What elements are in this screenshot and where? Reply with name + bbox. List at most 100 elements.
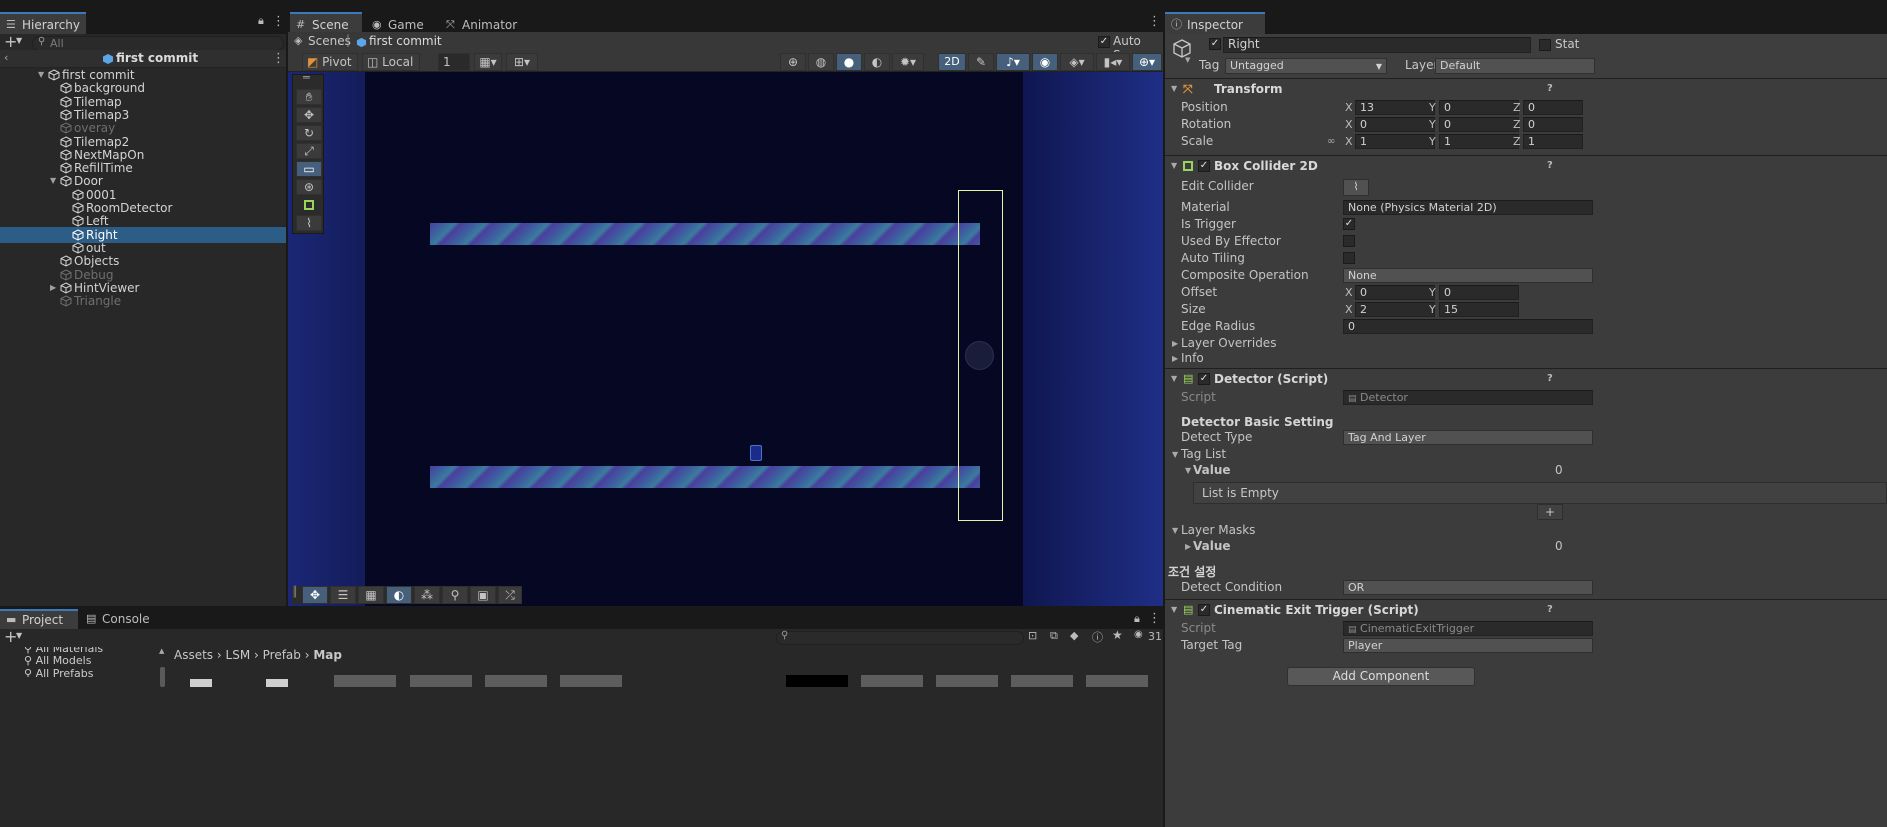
tab-project[interactable]: ▬ Project: [0, 609, 78, 629]
asset-thumbnail[interactable]: [861, 675, 923, 687]
project-search-input[interactable]: ⚲: [776, 630, 1024, 645]
drag-handle-icon[interactable]: ═: [303, 72, 310, 84]
layer-dropdown[interactable]: Default: [1435, 58, 1595, 74]
layer-masks-row[interactable]: ▼ Layer Masks: [1165, 522, 1887, 539]
scale-tool-icon[interactable]: ⤢: [296, 143, 322, 159]
shuffle-icon[interactable]: ⤮: [498, 586, 522, 604]
add-list-item-button[interactable]: +: [1537, 504, 1563, 520]
scene-more-icon[interactable]: ⋮: [272, 51, 285, 66]
scale-z-field[interactable]: 1: [1523, 134, 1583, 149]
more-options-icon[interactable]: ⋮: [272, 14, 285, 30]
rotation-y-field[interactable]: 0: [1439, 117, 1519, 132]
tab-hierarchy[interactable]: ☰ Hierarchy: [0, 12, 86, 34]
used-by-effector-checkbox[interactable]: [1343, 235, 1355, 247]
detect-condition-dropdown[interactable]: OR: [1343, 580, 1593, 595]
back-chevron-icon[interactable]: ‹: [4, 51, 8, 64]
breadcrumb-prefab[interactable]: Prefab: [263, 648, 301, 662]
search-by-type-icon[interactable]: ⊡: [1028, 629, 1037, 642]
collider-handle-circle[interactable]: [965, 341, 994, 370]
rotation-x-field[interactable]: 0: [1355, 117, 1435, 132]
grid-snap-button[interactable]: ▦▾: [474, 53, 502, 71]
breadcrumb-assets[interactable]: Assets: [174, 648, 213, 662]
info-row[interactable]: ▶ Info: [1165, 350, 1887, 367]
help-icon[interactable]: ?: [1547, 600, 1553, 620]
rotate-tool-icon[interactable]: ↻: [296, 125, 322, 141]
position-x-field[interactable]: 13: [1355, 100, 1435, 115]
shading-shaded-button[interactable]: ●: [836, 53, 862, 71]
auto-tiling-checkbox[interactable]: [1343, 252, 1355, 264]
favorite-star-icon[interactable]: ★: [1112, 628, 1123, 642]
tag-list-count[interactable]: 0: [1555, 462, 1563, 479]
detector-script-field[interactable]: ▤ Detector: [1343, 390, 1593, 405]
camera-button[interactable]: ▮◂▾: [1096, 53, 1130, 71]
edge-radius-field[interactable]: 0: [1343, 319, 1593, 334]
dropdown-arrow-icon[interactable]: ▼: [16, 36, 22, 45]
dropdown-arrow-icon[interactable]: ▼: [16, 631, 22, 640]
asset-thumbnail[interactable]: [410, 675, 472, 687]
gizmos-button[interactable]: ⊕▾: [1132, 53, 1162, 71]
breadcrumb-scene-name[interactable]: first commit: [369, 34, 442, 48]
active-checkbox[interactable]: ✓: [1209, 38, 1221, 50]
scale-x-field[interactable]: 1: [1355, 134, 1435, 149]
visibility-button[interactable]: ◉: [1032, 53, 1058, 71]
target-tag-dropdown[interactable]: Player: [1343, 638, 1593, 653]
asset-thumbnail[interactable]: [1011, 675, 1073, 687]
box-collider-enabled-checkbox[interactable]: ✓: [1198, 160, 1210, 172]
tab-console[interactable]: ▤ Console: [80, 609, 160, 629]
cinematic-script-field[interactable]: ▤ CinematicExitTrigger: [1343, 621, 1593, 636]
scrollbar-thumb[interactable]: [160, 667, 165, 687]
tilemap-palette-icon[interactable]: ✥: [302, 586, 328, 604]
rect-tool-icon[interactable]: ▭: [296, 161, 322, 177]
composite-operation-dropdown[interactable]: None: [1343, 268, 1593, 283]
layer-masks-value-row[interactable]: ▶ Value 0: [1165, 538, 1887, 555]
pivot-dropdown[interactable]: ◩ Pivot ▼: [302, 53, 358, 84]
position-z-field[interactable]: 0: [1523, 100, 1583, 115]
scale-y-field[interactable]: 1: [1439, 134, 1519, 149]
camera-view-icon[interactable]: ▣: [470, 586, 496, 604]
grid-visibility-button[interactable]: ⊞▾: [506, 53, 538, 71]
detector-enabled-checkbox[interactable]: ✓: [1198, 373, 1210, 385]
lock-icon[interactable]: 🔒︎: [258, 14, 264, 28]
size-x-field[interactable]: 2: [1355, 302, 1435, 317]
more-options-icon[interactable]: ⋮: [1148, 611, 1161, 627]
grid-size-input[interactable]: 1: [438, 53, 470, 71]
folder-item-all-models[interactable]: ⚲ All Models: [24, 654, 91, 667]
lighting-toggle-button[interactable]: ✎: [968, 53, 994, 71]
zoom-icon[interactable]: ⚲: [442, 586, 468, 604]
search-by-label-icon[interactable]: ⧉: [1050, 629, 1058, 643]
tag-icon[interactable]: ◆: [1070, 629, 1078, 642]
breadcrumb-scenes[interactable]: Scenes: [308, 34, 351, 48]
offset-y-field[interactable]: 0: [1439, 285, 1519, 300]
orientation-gizmo-button[interactable]: ⊕: [780, 53, 806, 71]
asset-thumbnail[interactable]: [936, 675, 998, 687]
cinematic-exit-trigger-header[interactable]: ▼ ▤ ✓ Cinematic Exit Trigger (Script) ?: [1165, 599, 1887, 619]
link-icon[interactable]: ∞: [1327, 133, 1335, 150]
overlay-drag-handle-icon[interactable]: ║: [292, 587, 298, 598]
fill-icon[interactable]: ◐: [386, 586, 412, 604]
transform-header[interactable]: ▼ ⤧ Transform ?: [1165, 78, 1887, 98]
tag-list-row[interactable]: ▼ Tag List: [1165, 446, 1887, 463]
edit-collider-button[interactable]: ⌇: [1343, 179, 1369, 196]
asset-thumbnail[interactable]: [786, 675, 848, 687]
grid-brush-icon[interactable]: ▦: [358, 586, 384, 604]
asset-thumbnail[interactable]: [560, 675, 622, 687]
move-tool-icon[interactable]: ✥: [296, 107, 322, 123]
edit-shape-tool-icon[interactable]: ⌇: [296, 215, 322, 231]
lock-icon[interactable]: 🔒︎: [1134, 612, 1140, 626]
size-y-field[interactable]: 15: [1439, 302, 1519, 317]
breadcrumb-lsm[interactable]: LSM: [226, 648, 251, 662]
hierarchy-search-input[interactable]: ⚲ All: [32, 36, 284, 51]
hidden-eye-icon[interactable]: ◉: [1134, 629, 1143, 640]
audio-fx-button[interactable]: ♪▾: [996, 53, 1030, 71]
sliders-icon[interactable]: ☰: [330, 586, 356, 604]
hand-tool-icon[interactable]: ✋︎: [296, 89, 322, 105]
material-field[interactable]: None (Physics Material 2D): [1343, 200, 1593, 215]
hierarchy-item[interactable]: Triangle: [0, 293, 286, 309]
asset-thumbnail[interactable]: [485, 675, 547, 687]
tag-list-value-row[interactable]: ▼ Value 0: [1165, 462, 1887, 479]
position-y-field[interactable]: 0: [1439, 100, 1519, 115]
rotation-z-field[interactable]: 0: [1523, 117, 1583, 132]
offset-x-field[interactable]: 0: [1355, 285, 1435, 300]
asset-thumbnail[interactable]: [334, 675, 396, 687]
asset-thumbnail[interactable]: [266, 679, 288, 687]
